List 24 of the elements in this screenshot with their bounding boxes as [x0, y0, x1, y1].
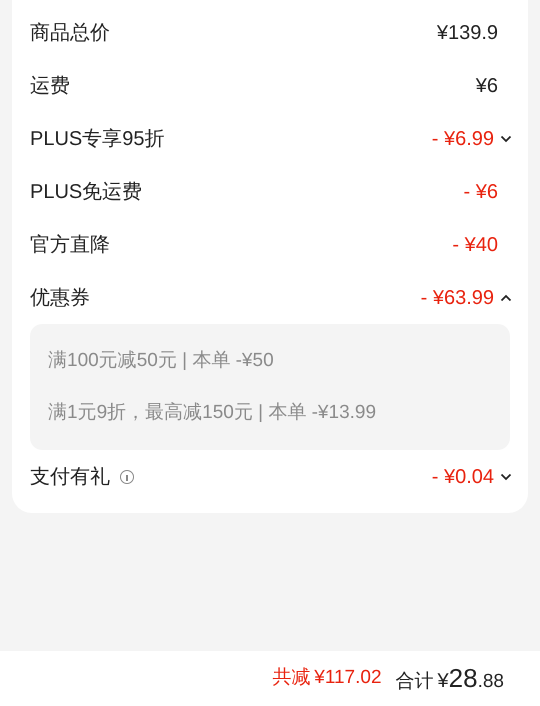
chevron-down-icon[interactable] [500, 134, 512, 142]
total-amount: ¥28.88 [438, 662, 504, 695]
row-label: 支付有礼 [30, 464, 110, 490]
chevron-down-icon[interactable] [500, 472, 512, 480]
price-value: ¥139.9 [436, 20, 498, 46]
price-value: - ¥6 [464, 180, 498, 204]
row-label: PLUS免运费 [30, 180, 142, 204]
row-label: 官方直降 [30, 232, 110, 258]
saved-label: 共减 [272, 666, 310, 690]
row-label: PLUS专享95折 [30, 126, 164, 152]
row-label: 优惠券 [30, 286, 90, 310]
row-label: 商品总价 [30, 20, 110, 46]
total-label: 合计 [396, 670, 434, 694]
chevron-up-icon[interactable] [500, 294, 512, 302]
saved-amount: ¥117.02 [314, 666, 382, 690]
coupon-detail: 满1元9折，最高减150元 | 本单 -¥13.99 [48, 400, 378, 425]
info-icon[interactable] [120, 470, 134, 484]
coupon-detail: 满100元减50元 | 本单 -¥50 [48, 348, 275, 373]
price-value: - ¥63.99 [420, 286, 494, 310]
price-value: - ¥40 [452, 232, 498, 258]
price-value: ¥6 [476, 74, 498, 98]
row-label: 运费 [30, 74, 70, 98]
price-value: - ¥0.04 [432, 464, 494, 490]
price-value: - ¥6.99 [432, 126, 494, 152]
